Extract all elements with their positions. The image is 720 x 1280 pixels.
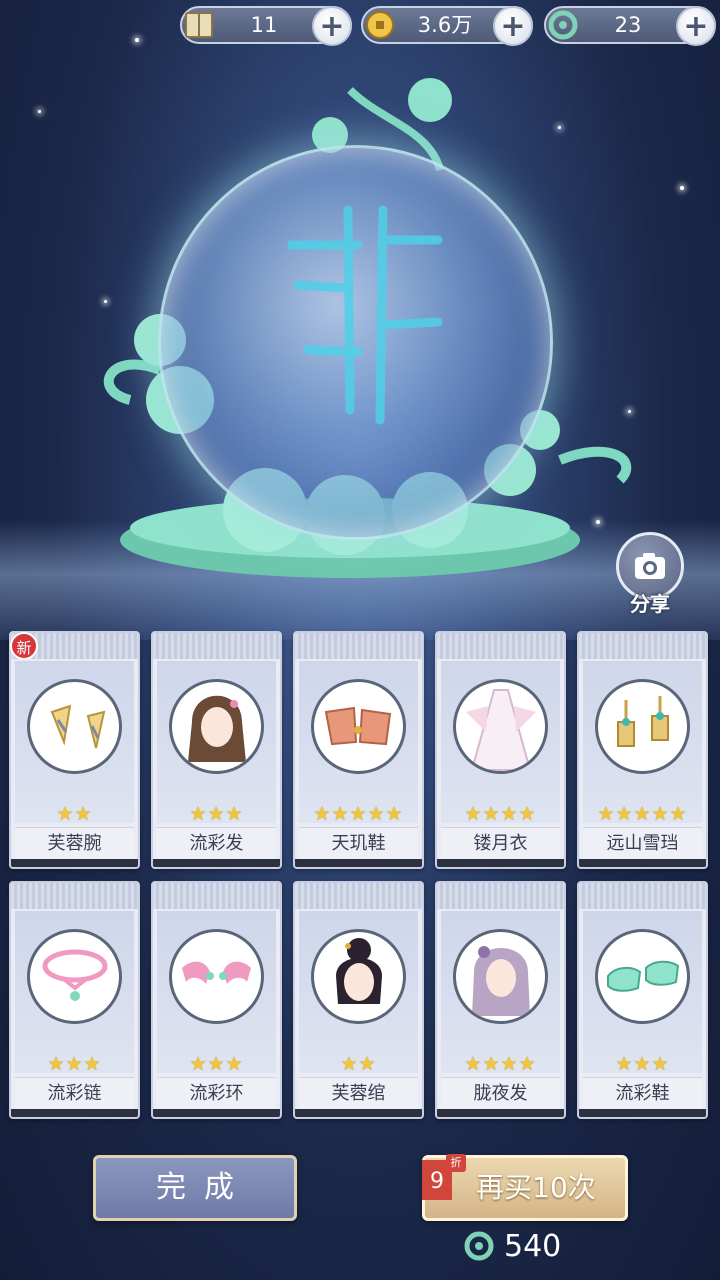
done-button[interactable]: 完成 xyxy=(93,1155,297,1221)
dress-icon xyxy=(453,679,548,774)
rarity-stars: ★★★★ xyxy=(464,803,537,825)
item-card[interactable]: ★★ 芙蓉绾 xyxy=(293,881,424,1119)
item-card[interactable]: ★★★★★ 天玑鞋 xyxy=(293,631,424,869)
item-name: 胧夜发 xyxy=(441,1077,560,1109)
hair-icon xyxy=(169,679,264,774)
add-currency-button[interactable]: + xyxy=(493,6,533,46)
share-label: 分享 xyxy=(630,592,670,616)
currency-pill-1: 11 + xyxy=(178,4,352,46)
cost-display: 540 xyxy=(462,1226,561,1266)
background-star xyxy=(680,186,684,190)
rarity-stars: ★★★ xyxy=(47,1053,102,1075)
item-card[interactable]: ★★ 芙蓉腕 xyxy=(9,631,140,869)
rarity-stars: ★★ xyxy=(340,1053,377,1075)
item-name: 流彩链 xyxy=(15,1077,134,1109)
rarity-stars: ★★★ xyxy=(615,1053,670,1075)
rarity-stars: ★★★★★ xyxy=(597,803,688,825)
item-card[interactable]: ★★★ 流彩环 xyxy=(151,881,282,1119)
item-card[interactable]: ★★★★ 胧夜发 xyxy=(435,881,566,1119)
item-name: 镂月衣 xyxy=(441,827,560,859)
add-currency-button[interactable]: + xyxy=(312,6,352,46)
rarity-stars: ★★★ xyxy=(189,803,244,825)
item-card[interactable]: ★★★ 流彩鞋 xyxy=(577,881,708,1119)
earrings-icon xyxy=(595,679,690,774)
new-badge: 新 xyxy=(10,632,38,660)
hair-icon xyxy=(453,929,548,1024)
coin-icon xyxy=(359,4,401,46)
shoes-icon xyxy=(311,679,406,774)
item-name: 天玑鞋 xyxy=(299,827,418,859)
currency-pill-2: 3.6万 + xyxy=(359,4,533,46)
jade-dragon-icon xyxy=(542,4,584,46)
rarity-stars: ★★★★ xyxy=(464,1053,537,1075)
currency-value: 3.6万 xyxy=(417,13,473,37)
item-card[interactable]: ★★★★★ 远山雪珰 xyxy=(577,631,708,869)
bracelet-icon xyxy=(27,679,122,774)
glowing-glyph-icon xyxy=(288,205,443,425)
cost-value: 540 xyxy=(504,1228,562,1264)
discount-suffix: 折 xyxy=(446,1154,466,1172)
item-card[interactable]: ★★★ 流彩发 xyxy=(151,631,282,869)
necklace-icon xyxy=(27,929,122,1024)
rarity-stars: ★★★ xyxy=(189,1053,244,1075)
book-icon xyxy=(178,4,220,46)
rarity-stars: ★★★★★ xyxy=(313,803,404,825)
add-currency-button[interactable]: + xyxy=(676,6,716,46)
shoes-icon xyxy=(595,929,690,1024)
bracelet-pair-icon xyxy=(169,929,264,1024)
jade-dragon-icon xyxy=(464,1231,494,1261)
item-name: 芙蓉绾 xyxy=(299,1077,418,1109)
item-card[interactable]: ★★★★ 镂月衣 xyxy=(435,631,566,869)
currency-value: 23 xyxy=(614,13,642,37)
hair-icon xyxy=(311,929,406,1024)
item-name: 流彩发 xyxy=(157,827,276,859)
background-star xyxy=(38,110,41,113)
item-name: 流彩鞋 xyxy=(583,1077,702,1109)
item-name: 远山雪珰 xyxy=(583,827,702,859)
item-name: 流彩环 xyxy=(157,1077,276,1109)
currency-pill-3: 23 + xyxy=(542,4,716,46)
currency-value: 11 xyxy=(250,13,278,37)
item-card[interactable]: ★★★ 流彩链 xyxy=(9,881,140,1119)
background-star xyxy=(135,38,139,42)
item-name: 芙蓉腕 xyxy=(15,827,134,859)
rarity-stars: ★★ xyxy=(56,803,93,825)
